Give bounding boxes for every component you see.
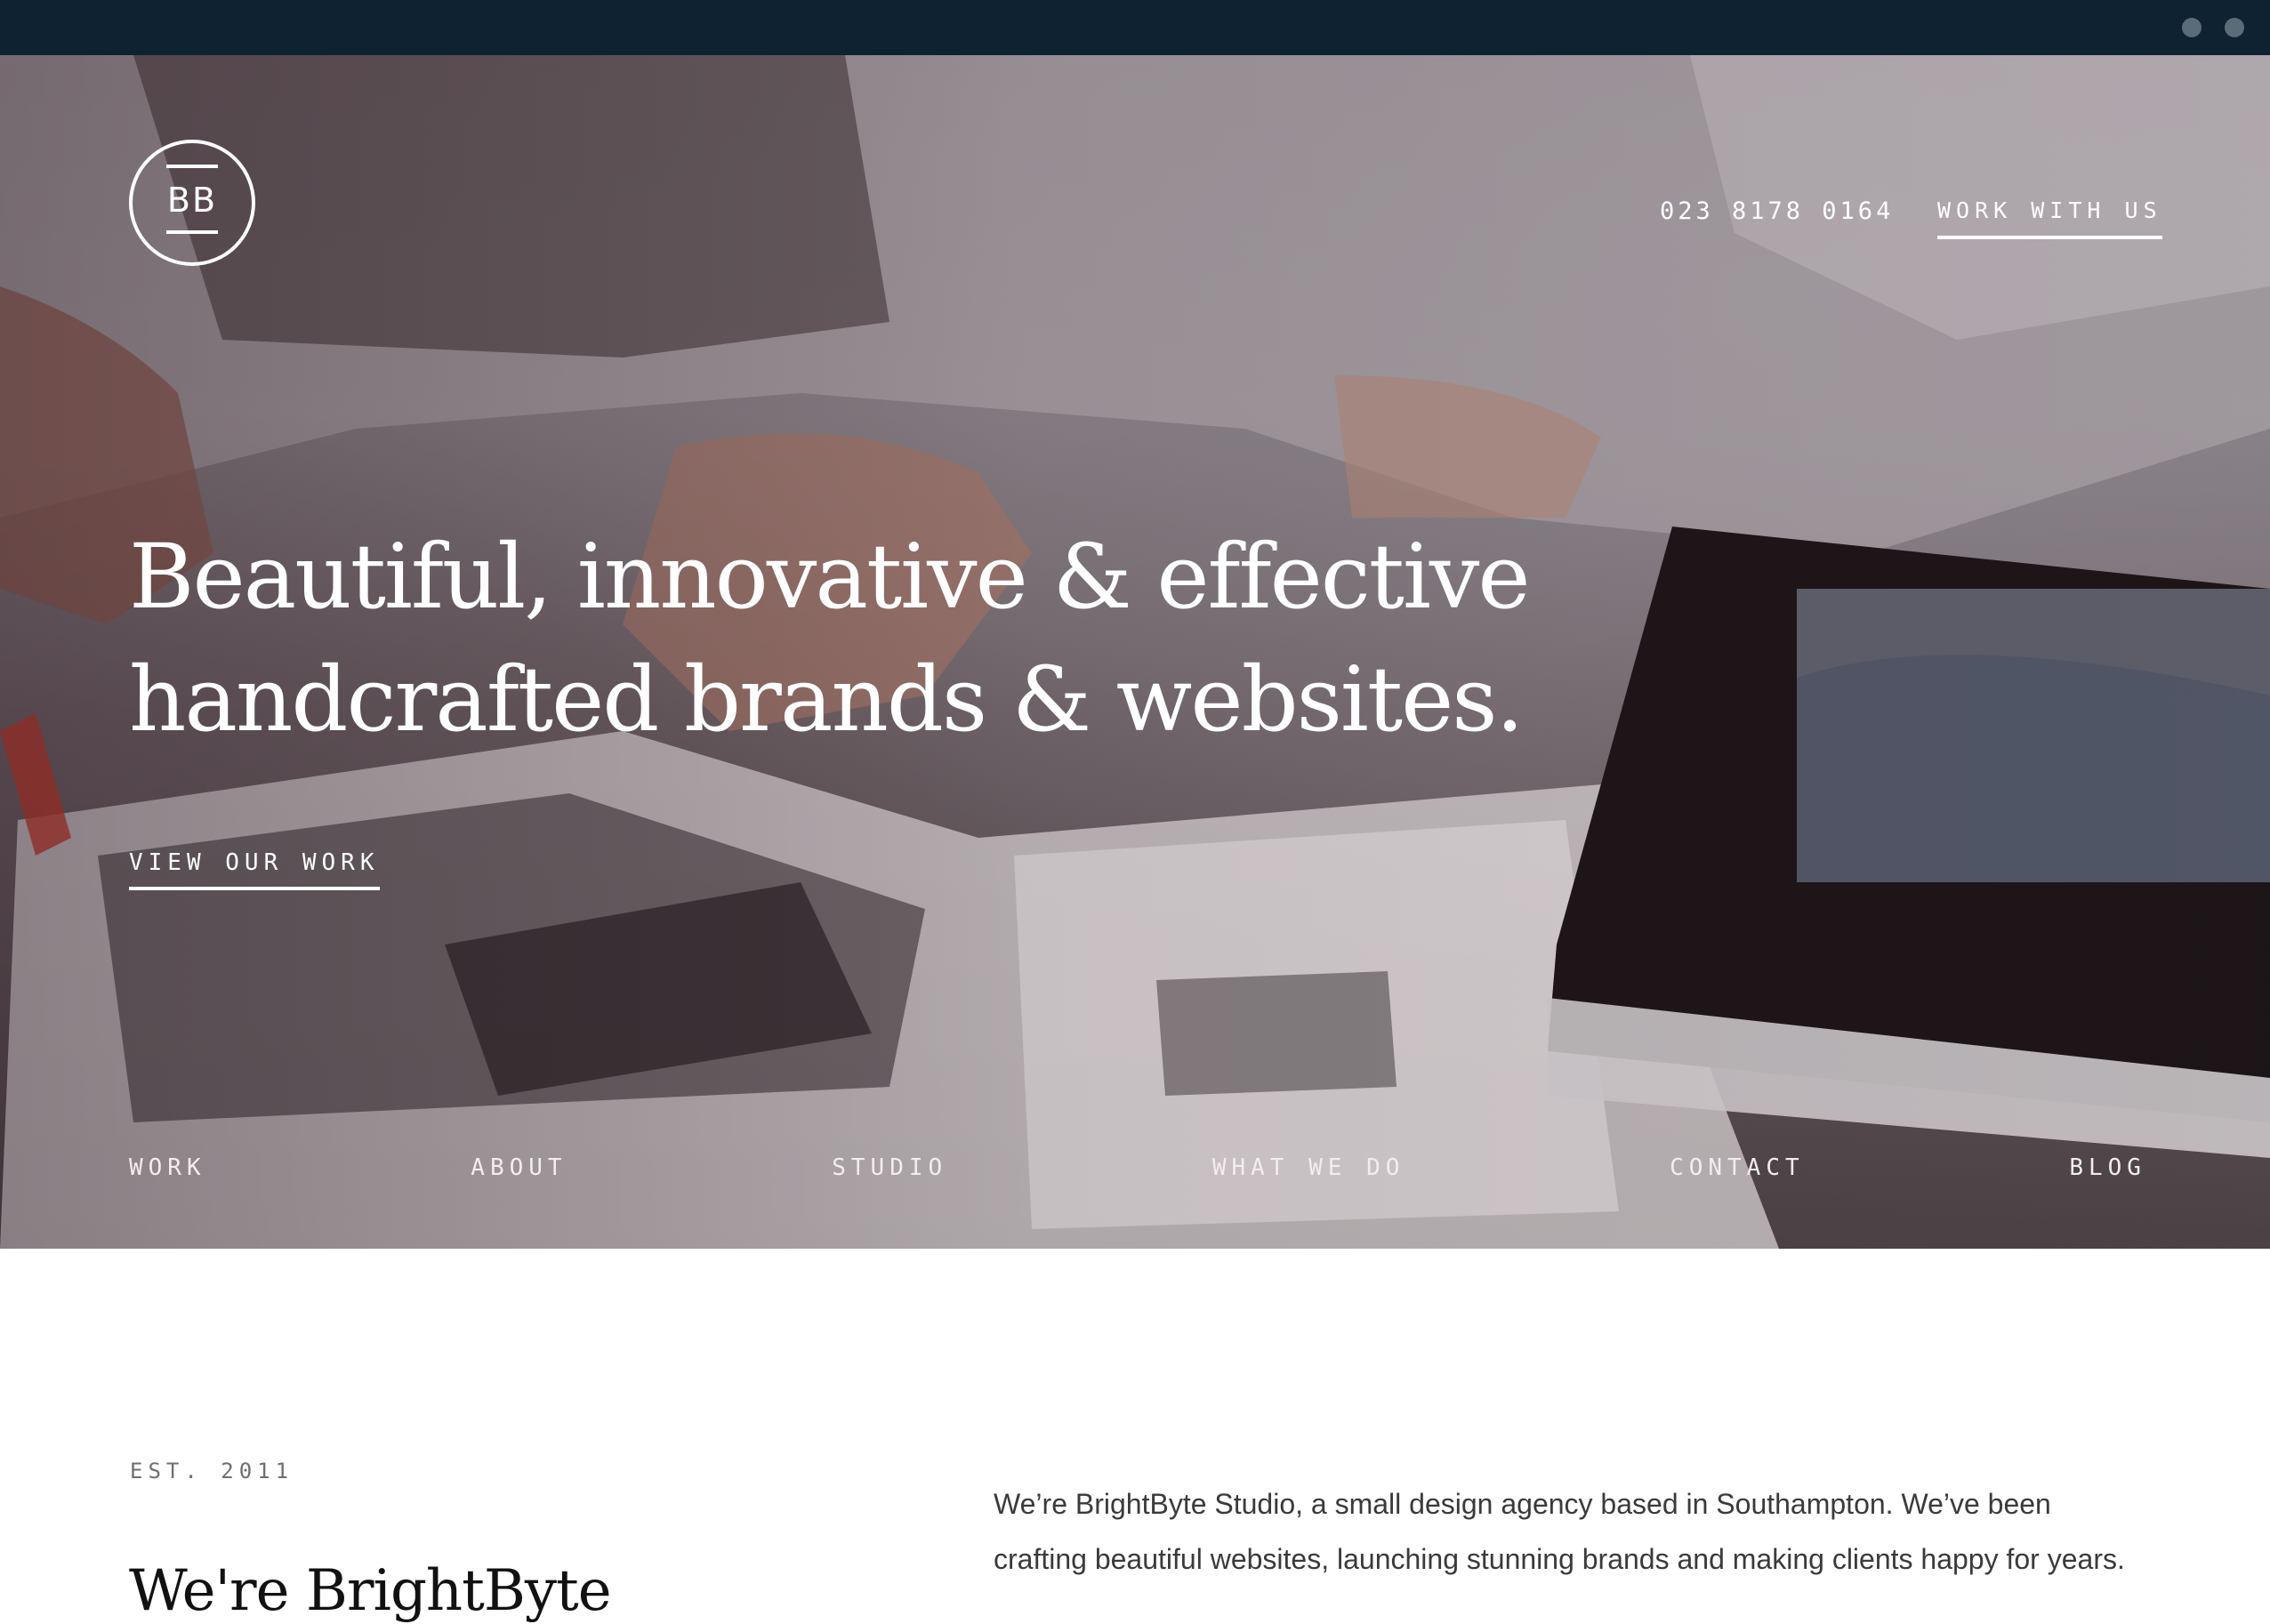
nav-item-what-we-do[interactable]: WHAT WE DO	[1212, 1154, 1405, 1190]
logo-bottom-bar	[166, 230, 218, 234]
window-dot-icon[interactable]	[2225, 18, 2244, 37]
established-label: EST. 2011	[130, 1459, 294, 1483]
logo-text: BB	[166, 181, 218, 220]
browser-top-bar	[0, 0, 2270, 55]
nav-item-studio[interactable]: STUDIO	[832, 1154, 947, 1190]
view-our-work-button[interactable]: VIEW OUR WORK	[129, 849, 380, 890]
intro-paragraph: We’re BrightByte Studio, a small design …	[994, 1488, 2125, 1575]
nav-item-contact[interactable]: CONTACT	[1670, 1154, 1805, 1190]
window-dot-icon[interactable]	[2182, 18, 2202, 37]
nav-item-work[interactable]: WORK	[129, 1154, 206, 1190]
intro-heading: We're BrightByte	[129, 1558, 612, 1624]
hero-headline: Beautiful, innovative & effective handcr…	[129, 516, 1552, 761]
hero-headline-line2: handcrafted brands & websites.	[129, 647, 1524, 752]
nav-item-about[interactable]: ABOUT	[471, 1154, 567, 1190]
hero-headline-line1: Beautiful, innovative & effective	[129, 525, 1531, 629]
nav-item-blog[interactable]: BLOG	[2069, 1154, 2146, 1190]
hero-section: BB 023 8178 0164 WORK WITH US Beautiful,…	[0, 55, 2270, 1249]
logo-mark-icon[interactable]: BB	[129, 140, 255, 266]
phone-link[interactable]: 023 8178 0164	[1660, 197, 1894, 225]
main-nav: WORK ABOUT STUDIO WHAT WE DO CONTACT BLO…	[129, 1154, 2146, 1190]
work-with-us-button[interactable]: WORK WITH US	[1937, 197, 2162, 239]
logo-top-bar	[166, 165, 218, 168]
